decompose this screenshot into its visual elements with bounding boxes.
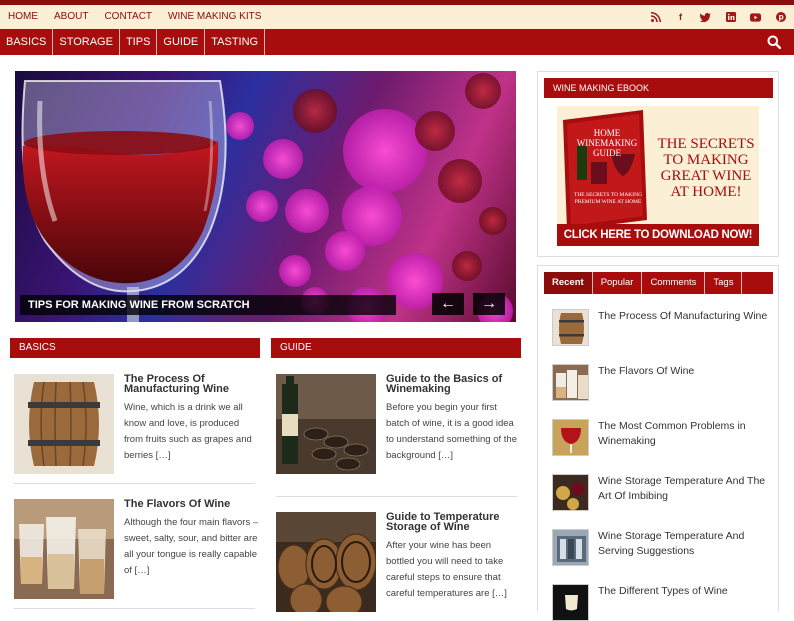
divider <box>14 608 255 609</box>
ebook-headline-line: AT HOME! <box>670 184 742 200</box>
top-nav-home[interactable]: HOME <box>0 5 46 29</box>
search-icon[interactable] <box>767 35 781 49</box>
main-nav-tips[interactable]: TIPS <box>120 29 158 55</box>
youtube-icon[interactable] <box>750 12 761 23</box>
post-title[interactable]: Guide to the Basics of Winemaking <box>386 374 521 395</box>
top-nav-about[interactable]: ABOUT <box>46 5 96 29</box>
ebook-headline-line: GREAT WINE <box>660 168 752 184</box>
recent-thumbnail-wine-glasses[interactable] <box>552 364 589 401</box>
main-nav-tasting[interactable]: TASTING <box>205 29 266 55</box>
divider <box>276 496 517 497</box>
ebook-book-title: HOME WINEMAKING GUIDE <box>576 128 638 158</box>
recent-post-title[interactable]: The Different Types of Wine <box>598 584 776 599</box>
ebook-book-subtitle: THE SECRETS TO MAKING PREMIUM WINE AT HO… <box>573 192 643 205</box>
main-nav-guide[interactable]: GUIDE <box>157 29 206 55</box>
post-thumbnail-barrel[interactable] <box>14 374 114 474</box>
ebook-headline: THE SECRETS TO MAKING GREAT WINE AT HOME… <box>653 136 759 200</box>
facebook-icon[interactable]: f <box>675 12 686 23</box>
tab-recent[interactable]: Recent <box>544 272 593 294</box>
slider-caption[interactable]: TIPS FOR MAKING WINE FROM SCRATCH <box>20 295 396 315</box>
post-title[interactable]: The Flavors Of Wine <box>124 499 259 510</box>
pinterest-icon[interactable]: p <box>775 12 786 23</box>
post-title[interactable]: The Process Of Manufacturing Wine <box>124 374 259 395</box>
top-nav: HOME ABOUT CONTACT WINE MAKING KITS <box>0 5 269 29</box>
post-excerpt: Wine, which is a drink we all know and l… <box>124 402 252 461</box>
tab-popular[interactable]: Popular <box>593 272 643 294</box>
recent-post-title[interactable]: Wine Storage Temperature And Serving Sug… <box>598 529 776 559</box>
top-nav-contact[interactable]: CONTACT <box>96 5 160 29</box>
social-links: f p <box>650 5 786 29</box>
post-thumbnail-barrels[interactable] <box>276 512 376 612</box>
widget-heading-ebook: WINE MAKING EBOOK <box>544 78 773 98</box>
post-excerpt: Before you begin your first batch of win… <box>386 402 517 461</box>
post-card: The Process Of Manufacturing Wine Wine, … <box>14 374 259 474</box>
main-nav: BASICS STORAGE TIPS GUIDE TASTING <box>0 29 794 55</box>
main-nav-basics[interactable]: BASICS <box>0 29 54 55</box>
tab-comments[interactable]: Comments <box>642 272 706 294</box>
top-bar: HOME ABOUT CONTACT WINE MAKING KITS f p <box>0 0 794 29</box>
post-excerpt: After your wine has been bottled you wil… <box>386 540 507 599</box>
ebook-headline-line: THE SECRETS <box>657 136 755 152</box>
main-nav-storage[interactable]: STORAGE <box>53 29 120 55</box>
post-excerpt: Although the four main flavors – sweet, … <box>124 517 259 576</box>
slider-prev-button[interactable]: ← <box>432 293 464 315</box>
widget-tabs: Recent Popular Comments Tags <box>544 272 773 294</box>
recent-post-title[interactable]: The Process Of Manufacturing Wine <box>598 309 776 324</box>
featured-slider[interactable] <box>15 71 516 322</box>
recent-thumbnail-red-wine[interactable] <box>552 419 589 456</box>
ebook-widget: WINE MAKING EBOOK HOME WINEMAKING GUIDE … <box>537 71 779 257</box>
recent-thumbnail-wine-bottles[interactable] <box>552 474 589 511</box>
recent-thumbnail-wine-types[interactable] <box>552 584 589 621</box>
post-thumbnail-wine-glasses[interactable] <box>14 499 114 599</box>
slider-next-button[interactable]: → <box>473 293 505 315</box>
section-heading-guide[interactable]: GUIDE <box>271 338 521 358</box>
recent-thumbnail-barrel[interactable] <box>552 309 589 346</box>
top-nav-wine-making-kits[interactable]: WINE MAKING KITS <box>160 5 269 29</box>
divider <box>14 483 255 484</box>
recent-thumbnail-wine-rack[interactable] <box>552 529 589 566</box>
svg-text:p: p <box>778 13 784 22</box>
twitter-icon[interactable] <box>700 12 711 23</box>
recent-post-title[interactable]: Wine Storage Temperature And The Art Of … <box>598 474 776 504</box>
post-card: The Flavors Of Wine Although the four ma… <box>14 499 259 599</box>
linkedin-icon[interactable] <box>725 12 736 23</box>
ebook-headline-line: TO MAKING <box>663 152 749 168</box>
post-thumbnail-wine-cellar[interactable] <box>276 374 376 474</box>
ebook-download-button[interactable]: CLICK HERE TO DOWNLOAD NOW! <box>557 224 759 246</box>
post-title[interactable]: Guide to Temperature Storage of Wine <box>386 512 521 533</box>
section-heading-basics[interactable]: BASICS <box>10 338 260 358</box>
ebook-banner[interactable]: HOME WINEMAKING GUIDE THE SECRETS TO MAK… <box>557 106 759 246</box>
post-card: Guide to the Basics of Winemaking Before… <box>276 374 521 474</box>
recent-post-title[interactable]: The Most Common Problems in Winemaking <box>598 419 776 449</box>
rss-icon[interactable] <box>650 12 661 23</box>
post-card: Guide to Temperature Storage of Wine Aft… <box>276 512 521 612</box>
tab-tags[interactable]: Tags <box>705 272 743 294</box>
tabs-widget: Recent Popular Comments Tags The Process… <box>537 265 779 621</box>
slider-image-wine-glass <box>21 73 513 322</box>
recent-post-title[interactable]: The Flavors Of Wine <box>598 364 776 379</box>
